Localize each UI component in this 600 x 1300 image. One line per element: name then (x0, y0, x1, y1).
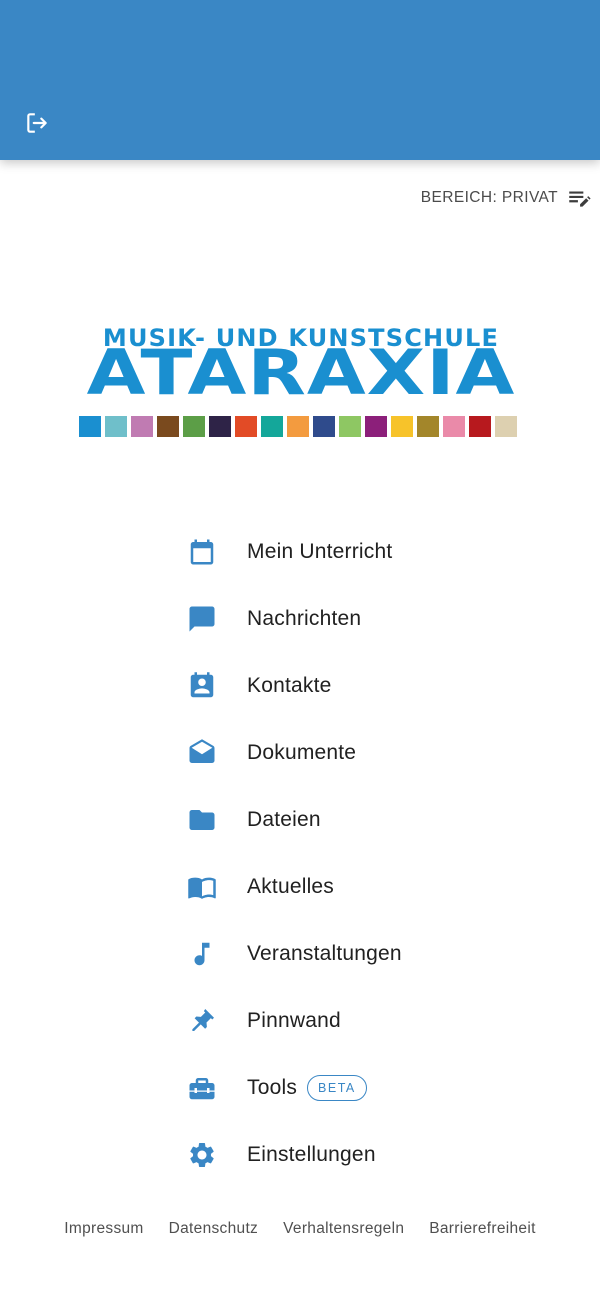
menu-label: Nachrichten (247, 606, 362, 630)
menu-label: Pinnwand (247, 1008, 341, 1032)
footer-links: Impressum Datenschutz Verhaltensregeln B… (0, 1220, 600, 1238)
toolbox-icon (180, 1066, 224, 1110)
folder-icon (180, 798, 224, 842)
logo-name: ATARAXIA (86, 335, 516, 409)
contacts-icon (180, 664, 224, 708)
menu-item-dokumente[interactable]: Dokumente (180, 719, 540, 786)
pin-icon (180, 999, 224, 1043)
footer-link-barrierefreiheit[interactable]: Barrierefreiheit (429, 1220, 535, 1238)
logout-icon (27, 113, 47, 133)
logo-swatch (105, 416, 127, 437)
logo-swatch (391, 416, 413, 437)
logo-swatch (365, 416, 387, 437)
menu-label: Dokumente (247, 740, 357, 764)
edit-list-icon (569, 191, 591, 207)
menu-label: Tools (247, 1075, 298, 1099)
menu-label: Veranstaltungen (247, 941, 402, 965)
logo-swatch (495, 416, 517, 437)
gear-icon (180, 1133, 224, 1177)
logo-swatch (313, 416, 335, 437)
menu-label: Aktuelles (247, 874, 335, 898)
open-envelope-icon (180, 731, 224, 775)
menu-label: Mein Unterricht (247, 539, 393, 563)
logo-swatch (131, 416, 153, 437)
logo-swatch (339, 416, 361, 437)
menu-item-pinnwand[interactable]: Pinnwand (180, 987, 540, 1054)
menu-item-kontakte[interactable]: Kontakte (180, 652, 540, 719)
menu-item-mein-unterricht[interactable]: Mein Unterricht (180, 518, 540, 585)
beta-badge: BETA (307, 1074, 367, 1101)
school-logo: MUSIK- UND KUNSTSCHULE ATARAXIA (76, 322, 526, 442)
area-label: BEREICH: PRIVAT (420, 189, 558, 206)
app-screen: BEREICH: PRIVAT MUSIK- UND KUNSTSCHULE A… (0, 0, 600, 1300)
menu-label: Einstellungen (247, 1142, 376, 1166)
logo-swatch (209, 416, 231, 437)
logo-swatch (183, 416, 205, 437)
logo-swatch (261, 416, 283, 437)
chat-icon (180, 597, 224, 641)
music-note-icon (180, 932, 224, 976)
calendar-icon (180, 530, 224, 574)
footer-link-datenschutz[interactable]: Datenschutz (169, 1220, 258, 1238)
menu-label: Dateien (247, 807, 321, 831)
logo-swatch (287, 416, 309, 437)
logout-button[interactable] (18, 104, 56, 142)
logo-swatch (235, 416, 257, 437)
logo-swatch (79, 416, 101, 437)
footer-link-impressum[interactable]: Impressum (64, 1220, 143, 1238)
menu-item-tools[interactable]: Tools BETA (180, 1054, 540, 1121)
logo-swatch (443, 416, 465, 437)
app-header (0, 0, 600, 160)
menu-item-einstellungen[interactable]: Einstellungen (180, 1121, 540, 1188)
menu-item-nachrichten[interactable]: Nachrichten (180, 585, 540, 652)
logo-swatch (157, 416, 179, 437)
menu-item-veranstaltungen[interactable]: Veranstaltungen (180, 920, 540, 987)
area-selector[interactable]: BEREICH: PRIVAT (421, 184, 592, 212)
menu-item-dateien[interactable]: Dateien (180, 786, 540, 853)
logo-swatch (469, 416, 491, 437)
logo-swatch (417, 416, 439, 437)
logo-color-swatches (79, 416, 517, 437)
main-menu: Mein Unterricht Nachrichten Kontakte Dok… (180, 518, 540, 1188)
book-icon (180, 865, 224, 909)
menu-label: Kontakte (247, 673, 332, 697)
footer-link-verhaltensregeln[interactable]: Verhaltensregeln (283, 1220, 404, 1238)
menu-item-aktuelles[interactable]: Aktuelles (180, 853, 540, 920)
